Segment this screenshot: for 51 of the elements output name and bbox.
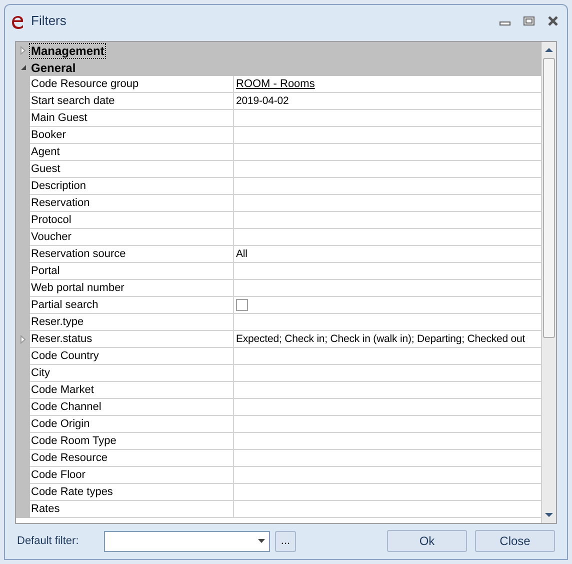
checkbox[interactable] xyxy=(236,299,248,311)
property-label: Voucher xyxy=(30,229,234,246)
property-label: Code Resource xyxy=(30,450,234,467)
property-label: Protocol xyxy=(30,212,234,229)
property-label: Reservation xyxy=(30,195,234,212)
group-label: Management xyxy=(30,44,106,58)
property-label: Reser.type xyxy=(30,314,234,331)
property-label: Description xyxy=(30,178,234,195)
group-header[interactable]: Management xyxy=(16,42,541,59)
property-label: Code Rate types xyxy=(30,484,234,501)
property-label: Guest xyxy=(30,161,234,178)
default-filter-dropdown[interactable] xyxy=(104,530,270,552)
property-label: Reser.status xyxy=(30,331,234,348)
close-icon[interactable] xyxy=(547,16,559,26)
property-value[interactable]: All xyxy=(234,246,541,263)
window-title: Filters xyxy=(31,12,68,30)
property-label: Code Channel xyxy=(30,399,234,416)
property-value[interactable] xyxy=(234,297,541,314)
property-label: Code Room Type xyxy=(30,433,234,450)
dialog-button[interactable]: Close xyxy=(475,530,555,552)
property-label: City xyxy=(30,365,234,382)
property-label: Rates xyxy=(30,501,234,518)
property-value[interactable]: 2019-04-02 xyxy=(234,93,541,110)
group-label: General xyxy=(30,60,77,74)
property-label: Code Country xyxy=(30,348,234,365)
property-label: Reservation source xyxy=(30,246,234,263)
scroll-thumb[interactable] xyxy=(543,58,555,338)
row-gutter xyxy=(16,501,30,518)
expanded-triangle-icon[interactable] xyxy=(20,64,26,71)
property-label: Partial search xyxy=(30,297,234,314)
property-label: Code Origin xyxy=(30,416,234,433)
collapsed-triangle-icon[interactable] xyxy=(20,46,26,55)
dialog-button[interactable]: Ok xyxy=(387,530,467,552)
maximize-icon[interactable] xyxy=(523,16,535,26)
collapsed-triangle-icon[interactable] xyxy=(20,335,26,344)
property-label: Start search date xyxy=(30,93,234,110)
property-label: Portal xyxy=(30,263,234,280)
property-label: Booker xyxy=(30,127,234,144)
group-header[interactable]: General xyxy=(16,59,541,76)
property-label: Code Market xyxy=(30,382,234,399)
property-label: Main Guest xyxy=(30,110,234,127)
property-label: Agent xyxy=(30,144,234,161)
property-label: Code Resource group xyxy=(30,76,234,93)
property-label: Web portal number xyxy=(30,280,234,297)
default-filter-label: Default filter: xyxy=(17,534,80,549)
property-value[interactable]: ROOM - Rooms xyxy=(234,76,541,93)
caret-icon xyxy=(258,539,265,543)
property-label: Code Floor xyxy=(30,467,234,484)
property-value[interactable]: Expected; Check in; Check in (walk in); Departing; Checked out xyxy=(234,331,541,348)
browse-button[interactable]: ... xyxy=(275,530,296,552)
scrollbar[interactable] xyxy=(541,42,556,523)
